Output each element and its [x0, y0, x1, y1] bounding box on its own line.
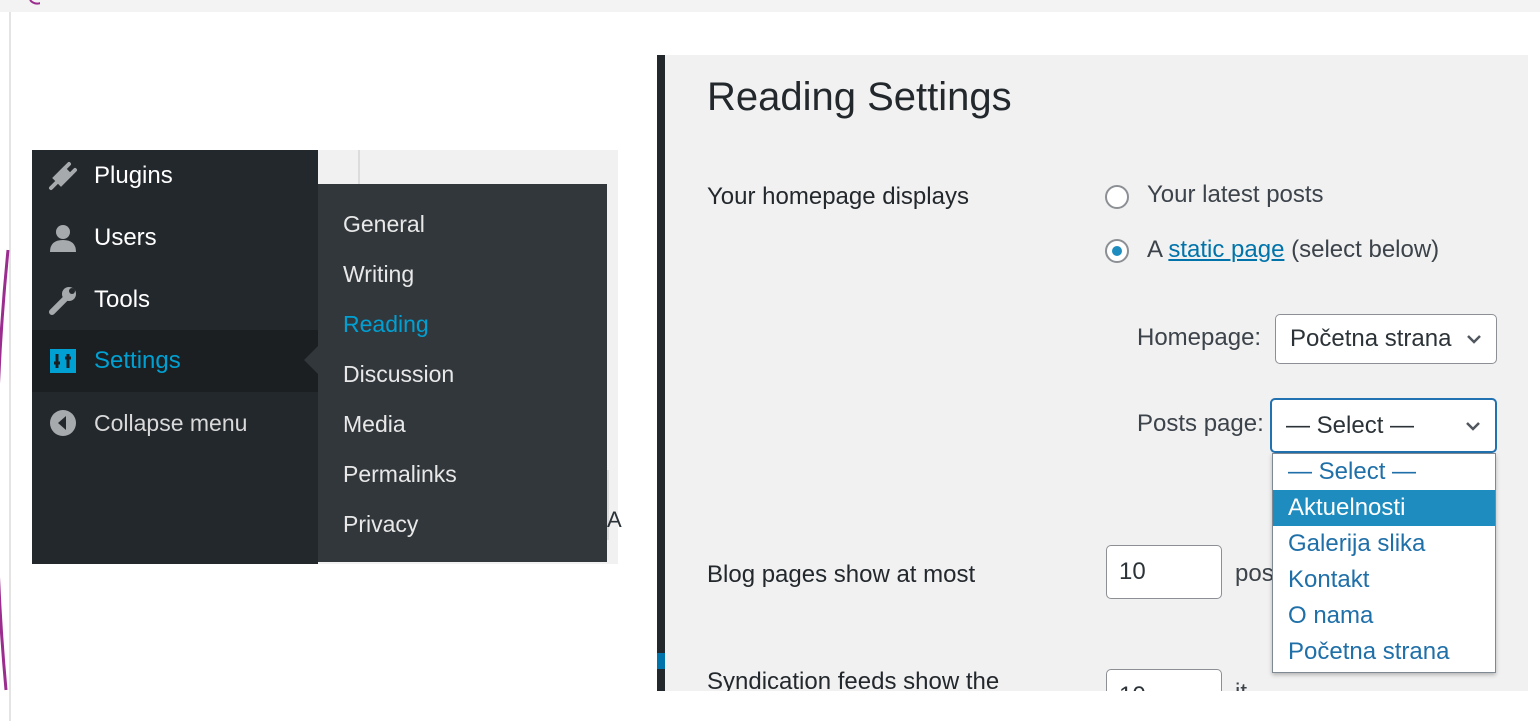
submenu-item-privacy[interactable]: Privacy	[343, 504, 418, 544]
static-page-link[interactable]: static page	[1168, 236, 1284, 263]
reading-settings-screenshot: Reading Settings Your homepage displays …	[657, 55, 1528, 691]
collapse-menu-button[interactable]: Collapse menu	[32, 392, 318, 454]
dropdown-option[interactable]: Galerija slika	[1273, 526, 1495, 562]
settings-submenu: General Writing Reading Discussion Media…	[318, 184, 607, 562]
menu-item-label: Settings	[94, 347, 181, 374]
posts-page-select[interactable]: — Select —	[1270, 398, 1497, 453]
panel-edge-marker	[657, 653, 665, 669]
radio-static-page[interactable]	[1105, 239, 1129, 263]
plugin-icon	[46, 159, 80, 193]
menu-item-tools[interactable]: Tools	[32, 269, 318, 331]
radio-latest-posts-label: Your latest posts	[1147, 181, 1324, 208]
chevron-down-icon	[1467, 335, 1481, 344]
active-menu-pointer	[304, 345, 319, 375]
syndication-suffix: it	[1235, 679, 1247, 691]
dropdown-option[interactable]: Kontakt	[1273, 562, 1495, 598]
submenu-item-writing[interactable]: Writing	[343, 254, 414, 294]
menu-item-users[interactable]: Users	[32, 207, 318, 269]
posts-page-dropdown: — Select — Aktuelnosti Galerija slika Ko…	[1272, 453, 1496, 673]
wrench-icon	[46, 283, 80, 317]
blog-pages-input[interactable]: 10	[1106, 545, 1222, 599]
radio-latest-posts[interactable]	[1105, 185, 1129, 209]
menu-item-plugins[interactable]: Plugins	[32, 145, 318, 207]
static-prefix: A	[1147, 236, 1162, 263]
posts-page-select-label: Posts page:	[1137, 410, 1264, 437]
background-divider	[358, 150, 360, 184]
syndication-input[interactable]: 10	[1106, 669, 1222, 691]
panel-edge	[657, 55, 665, 691]
homepage-select-value: Početna strana	[1290, 325, 1452, 352]
menu-item-label: Tools	[94, 286, 151, 313]
posts-page-select-value: — Select —	[1286, 411, 1415, 439]
admin-menu-screenshot: A Plugins Users Tools Settings Collapse …	[32, 150, 622, 564]
blog-pages-suffix: pos	[1235, 560, 1274, 587]
page-title: Reading Settings	[707, 75, 1012, 119]
homepage-displays-label: Your homepage displays	[707, 183, 969, 210]
blog-pages-label: Blog pages show at most	[707, 561, 976, 588]
menu-item-label: Users	[94, 224, 157, 251]
collapse-icon	[46, 406, 80, 440]
submenu-item-media[interactable]: Media	[343, 404, 406, 444]
submenu-item-reading[interactable]: Reading	[343, 304, 429, 344]
menu-item-label: Plugins	[94, 162, 173, 189]
collapse-menu-label: Collapse menu	[94, 409, 248, 436]
user-icon	[46, 221, 80, 255]
settings-icon	[46, 344, 80, 378]
syndication-label: Syndication feeds show the	[707, 668, 1000, 691]
dropdown-option[interactable]: Početna strana	[1273, 634, 1495, 670]
submenu-item-permalinks[interactable]: Permalinks	[343, 454, 457, 494]
submenu-item-general[interactable]: General	[343, 204, 425, 244]
static-suffix: (select below)	[1291, 236, 1440, 263]
dropdown-option[interactable]: O nama	[1273, 598, 1495, 634]
admin-sidebar: Plugins Users Tools Settings Collapse me…	[32, 150, 318, 564]
radio-static-page-label: A static page (select below)	[1147, 236, 1439, 264]
dropdown-option[interactable]: — Select —	[1273, 454, 1495, 490]
homepage-select-label: Homepage:	[1137, 324, 1262, 351]
background-text-fragment: A	[607, 507, 622, 532]
homepage-select[interactable]: Početna strana	[1275, 314, 1497, 364]
submenu-item-discussion[interactable]: Discussion	[343, 354, 454, 394]
menu-item-settings[interactable]: Settings	[32, 330, 318, 392]
dropdown-option-highlighted[interactable]: Aktuelnosti	[1273, 490, 1495, 526]
slide-top-bar	[0, 0, 1540, 12]
chevron-down-icon	[1466, 422, 1480, 431]
